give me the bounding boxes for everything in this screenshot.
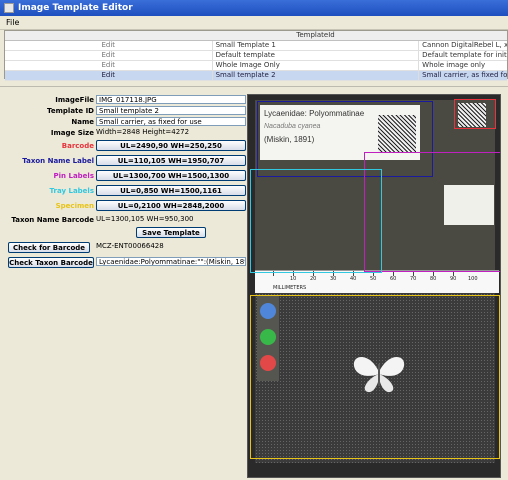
check-barcode-button[interactable]: Check for Barcode (8, 242, 90, 253)
edit-button[interactable]: Edit (5, 41, 213, 50)
image-preview[interactable]: Lycaenidae: Polyommatinae Nacaduba cyane… (247, 94, 501, 478)
divider (0, 86, 508, 87)
header-templateid: TemplateId (296, 31, 335, 39)
name-field[interactable]: Small carrier, as fixed for use (96, 117, 246, 126)
window-title: Image Template Editor (18, 3, 133, 13)
imagesize-label: Image Size (50, 129, 94, 137)
template-desc: Cannon DigitalRebel L, x83 (422, 41, 507, 49)
pin-label: Pin Labels (53, 172, 94, 180)
menu-file[interactable]: File (6, 18, 19, 27)
name-label: Name (71, 118, 94, 126)
header-edit-col (5, 31, 212, 40)
ruler-number: 80 (430, 276, 437, 282)
template-name: Whole Image Only (213, 61, 420, 70)
template-name: Small template 2 (213, 71, 420, 80)
header-desc-col (419, 31, 507, 40)
ruler-number: 70 (410, 276, 417, 282)
templateid-field[interactable]: Small template 2 (96, 106, 246, 115)
ruler-number: 90 (450, 276, 457, 282)
pin-region-box (364, 152, 500, 272)
check-barcode-result: MCZ-ENT00066428 (96, 242, 164, 250)
edit-button[interactable]: Edit (5, 51, 213, 60)
specimen-label: Specimen (55, 202, 94, 210)
table-row-selected[interactable]: Edit Small template 2 Small carrier, as … (5, 71, 507, 81)
tray-region-box (250, 169, 382, 273)
ruler: 10 20 30 40 50 60 70 80 90 100 MILLIMETE… (255, 270, 499, 293)
barcode-region-button[interactable]: UL=2490,90 WH=250,250 (96, 140, 246, 151)
imagesize-value: Width=2848 Height=4272 (96, 128, 190, 136)
save-template-button[interactable]: Save Template (136, 227, 206, 238)
check-taxon-button[interactable]: Check Taxon Barcode (8, 257, 94, 268)
table-row[interactable]: Edit Small Template 1 Cannon DigitalRebe… (5, 41, 507, 51)
pin-region-button[interactable]: UL=1300,700 WH=1500,1300 (96, 170, 246, 181)
tray-label: Tray Labels (49, 187, 94, 195)
table-header: TemplateId (5, 31, 507, 41)
taxon-label: Taxon Name Label (22, 157, 94, 165)
taxonbarcode-value: UL=1300,105 WH=950,300 (96, 215, 194, 223)
template-desc: Default template for initial te (422, 51, 507, 59)
ruler-unit-label: MILLIMETERS (273, 285, 307, 291)
edit-button[interactable]: Edit (5, 61, 213, 70)
check-taxon-result[interactable]: Lycaenidae:Polyommatinae:"":(Miskin, 189… (96, 257, 246, 266)
taxonbarcode-label: Taxon Name Barcode (11, 216, 94, 224)
template-name: Small Template 1 (213, 41, 420, 50)
ruler-number: 30 (330, 276, 337, 282)
ruler-number: 50 (370, 276, 377, 282)
taxon-region-button[interactable]: UL=110,105 WH=1950,707 (96, 155, 246, 166)
template-desc: Whole image only (422, 61, 486, 69)
table-row[interactable]: Edit Whole Image Only Whole image only (5, 61, 507, 71)
template-name: Default template (213, 51, 420, 60)
ruler-number: 10 (290, 276, 297, 282)
ruler-number: 40 (350, 276, 357, 282)
table-row[interactable]: Edit Default template Default template f… (5, 51, 507, 61)
barcode-region-box (454, 99, 496, 129)
template-desc: Small carrier, as fixed for use (422, 71, 507, 79)
title-bar: Image Template Editor (0, 0, 508, 16)
ruler-number: 60 (390, 276, 397, 282)
tray-region-button[interactable]: UL=0,850 WH=1500,1161 (96, 185, 246, 196)
app-icon (4, 3, 14, 13)
barcode-label: Barcode (61, 142, 94, 150)
ruler-number: 100 (468, 276, 478, 282)
imagefile-field[interactable]: IMG_017118.JPG (96, 95, 246, 104)
templateid-label: Template ID (47, 107, 94, 115)
template-table: TemplateId Edit Small Template 1 Cannon … (4, 30, 508, 81)
menu-bar: File (0, 16, 508, 30)
specimen-region-button[interactable]: UL=0,2100 WH=2848,2000 (96, 200, 246, 211)
specimen-region-box (250, 295, 500, 459)
ruler-number: 20 (310, 276, 317, 282)
edit-button[interactable]: Edit (5, 71, 213, 80)
imagefile-label: ImageFile (55, 96, 94, 104)
